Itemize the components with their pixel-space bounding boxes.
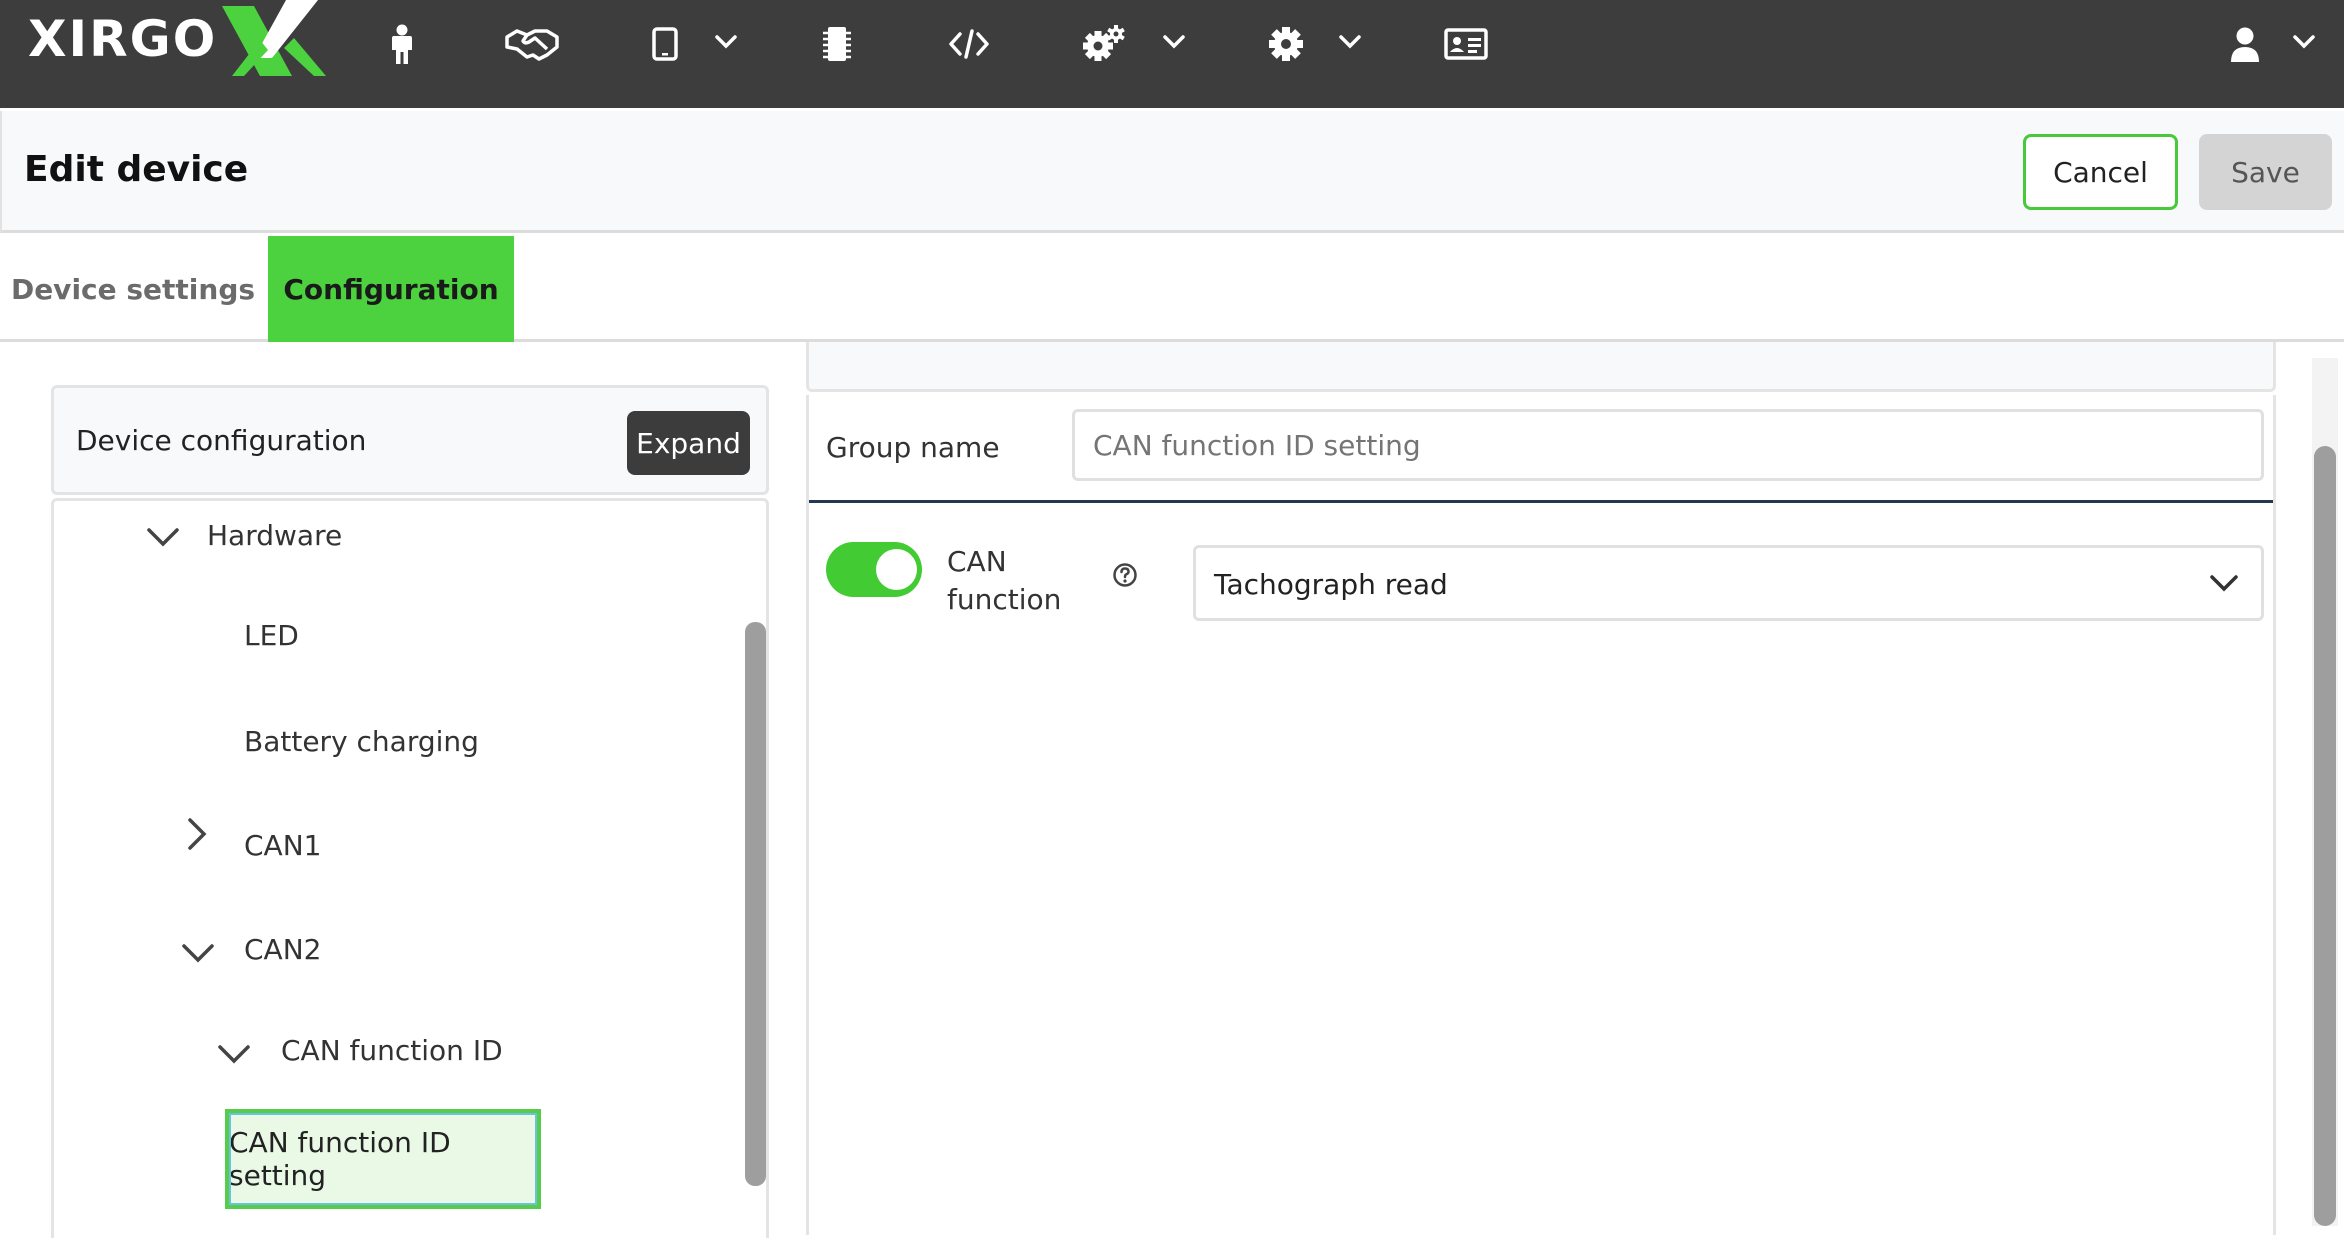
can-function-id-chevron-down-icon[interactable] xyxy=(217,1044,251,1066)
tree-item-led[interactable]: LED xyxy=(244,619,299,652)
detail-panel: Group name CAN function Tachograph read xyxy=(806,395,2276,1235)
gears-menu-chevron-down-icon[interactable] xyxy=(1162,34,1186,50)
configuration-tree[interactable]: Hardware LED Battery charging CAN1 CAN2 … xyxy=(51,498,769,1238)
tree-item-can2[interactable]: CAN2 xyxy=(244,933,321,966)
code-icon[interactable] xyxy=(948,22,990,66)
page-scrollbar-thumb[interactable] xyxy=(2314,446,2336,1226)
tablet-menu-chevron-down-icon[interactable] xyxy=(714,34,738,50)
can-function-label-line-2: function xyxy=(947,583,1062,616)
logo-x-mark-icon xyxy=(222,0,326,76)
can-function-label-line-1: CAN xyxy=(947,545,1007,578)
user-menu-chevron-down-icon[interactable] xyxy=(2292,34,2316,50)
can1-chevron-right-icon[interactable] xyxy=(186,817,208,851)
id-card-icon[interactable] xyxy=(1442,22,1490,66)
expand-button[interactable]: Expand xyxy=(627,411,750,475)
hardware-chevron-down-icon[interactable] xyxy=(146,527,180,549)
tab-device-settings[interactable]: Device settings xyxy=(0,236,266,342)
logo-text: XIRGO xyxy=(28,10,218,68)
can2-chevron-down-icon[interactable] xyxy=(181,943,215,965)
tree-item-hardware[interactable]: Hardware xyxy=(207,519,342,552)
group-name-label: Group name xyxy=(826,431,1000,464)
device-configuration-title: Device configuration xyxy=(76,424,367,457)
help-question-icon[interactable] xyxy=(1112,562,1138,588)
can-function-select-value: Tachograph read xyxy=(1214,568,1448,601)
tree-item-can1[interactable]: CAN1 xyxy=(244,829,321,862)
group-name-row: Group name xyxy=(809,395,2273,503)
user-icon[interactable] xyxy=(2228,22,2262,66)
toggle-knob xyxy=(876,549,917,590)
tree-item-can-function-id[interactable]: CAN function ID xyxy=(281,1034,503,1067)
group-name-input[interactable] xyxy=(1072,409,2264,481)
tab-configuration[interactable]: Configuration xyxy=(268,236,514,342)
can-function-label: CAN function xyxy=(947,543,1061,619)
detail-panel-top-edge xyxy=(806,342,2276,392)
tree-item-can-function-id-setting[interactable]: CAN function ID setting xyxy=(225,1109,541,1209)
cancel-button[interactable]: Cancel xyxy=(2023,134,2178,210)
handshake-icon[interactable] xyxy=(504,22,560,66)
tablet-icon[interactable] xyxy=(650,22,680,66)
tab-bar: Device settings Configuration xyxy=(0,236,2344,342)
xirgo-logo[interactable]: XIRGO xyxy=(28,0,328,76)
top-navigation-bar: XIRGO xyxy=(0,0,2344,108)
select-chevron-down-icon xyxy=(2210,575,2238,592)
tree-scrollbar-thumb[interactable] xyxy=(745,622,766,1186)
chip-icon[interactable] xyxy=(820,22,854,66)
page-title: Edit device xyxy=(24,149,249,190)
gears-icon[interactable] xyxy=(1080,22,1128,66)
tree-item-battery-charging[interactable]: Battery charging xyxy=(244,725,479,758)
can-function-select[interactable]: Tachograph read xyxy=(1193,545,2264,621)
gear-menu-chevron-down-icon[interactable] xyxy=(1338,34,1362,50)
gear-icon[interactable] xyxy=(1266,22,1306,66)
page-header: Edit device Cancel Save xyxy=(0,111,2344,233)
person-icon[interactable] xyxy=(384,22,420,66)
can-function-toggle[interactable] xyxy=(826,542,922,597)
device-configuration-header: Device configuration Expand xyxy=(51,385,769,495)
save-button[interactable]: Save xyxy=(2199,134,2332,210)
